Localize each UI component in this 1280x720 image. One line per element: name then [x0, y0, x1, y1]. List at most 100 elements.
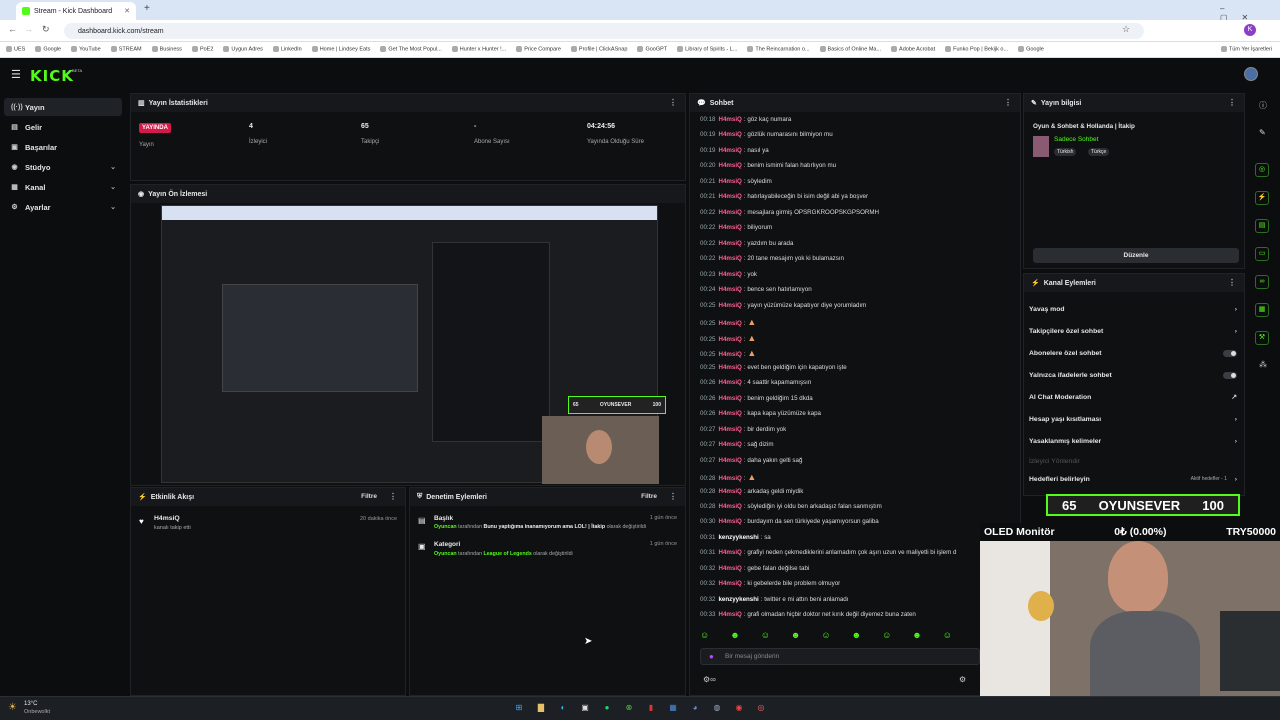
emote-icon[interactable]: ☺	[700, 630, 709, 642]
action-followers-only[interactable]: Takipçilere özel sohbet ›	[1029, 322, 1241, 340]
rail-tool-icon[interactable]: ⚒	[1255, 331, 1269, 345]
action-goals[interactable]: Hedefleri belirleyin Aktif hedefler - 1 ›	[1029, 470, 1241, 488]
action-slow-mode[interactable]: Yavaş mod ›	[1029, 300, 1241, 318]
url-field[interactable]: dashboard.kick.com/stream	[64, 23, 1144, 39]
chat-username[interactable]: kenzyykenshi	[718, 534, 758, 541]
bookmark-item[interactable]: Tüm Yer İşaretleri	[1221, 46, 1272, 53]
add-widget-icon[interactable]: ⁂	[1259, 360, 1267, 369]
edge-icon[interactable]: ◐	[557, 702, 569, 714]
emote-icon[interactable]: ☻	[791, 630, 800, 642]
bookmark-item[interactable]: GooGPT	[637, 46, 667, 53]
action-banned-words[interactable]: Yasaklanmış kelimeler ›	[1029, 432, 1241, 450]
obs-icon[interactable]: ◎	[755, 702, 767, 714]
bookmark-item[interactable]: LinkedIn	[273, 46, 302, 53]
filter-button[interactable]: Filtre	[641, 493, 657, 500]
info-icon[interactable]: ⓘ	[1259, 100, 1267, 111]
chat-username[interactable]: H4msiQ	[718, 162, 741, 169]
bookmark-star-icon[interactable]: ☆	[1122, 24, 1130, 35]
chat-username[interactable]: H4msiQ	[718, 320, 741, 327]
edit-button[interactable]: Düzenle	[1033, 248, 1239, 263]
chat-username[interactable]: H4msiQ	[718, 240, 741, 247]
emote-icon[interactable]: ☺	[882, 630, 891, 642]
bookmark-item[interactable]: The Reincarnation o...	[747, 46, 809, 53]
action-emotes-only[interactable]: Yalnızca ifadelerle sohbet	[1029, 366, 1241, 384]
chat-username[interactable]: H4msiQ	[718, 518, 741, 525]
more-options-icon[interactable]: ⋮	[669, 98, 677, 107]
back-icon[interactable]: ←	[8, 24, 17, 34]
chat-username[interactable]: H4msiQ	[718, 379, 741, 386]
new-tab-icon[interactable]: +	[144, 3, 150, 14]
chat-username[interactable]: H4msiQ	[718, 503, 741, 510]
sidebar-item-yayin[interactable]: ((·)) Yayın	[4, 98, 122, 116]
bookmark-item[interactable]: Funko Pop | Bekijk o...	[945, 46, 1008, 53]
chat-username[interactable]: H4msiQ	[718, 147, 741, 154]
bookmark-item[interactable]: Uygun Adres	[223, 46, 263, 53]
bookmark-item[interactable]: Library of Spirits - L...	[677, 46, 737, 53]
bookmark-item[interactable]: Basics of Online Ma...	[820, 46, 882, 53]
action-subscribers-only[interactable]: Abonelere özel sohbet	[1029, 344, 1241, 362]
emote-icon[interactable]: ☺	[761, 630, 770, 642]
activity-user[interactable]: H4msiQ	[154, 515, 180, 522]
chat-username[interactable]: H4msiQ	[718, 224, 741, 231]
steam-icon[interactable]: ◍	[711, 702, 723, 714]
more-options-icon[interactable]: ⋮	[1228, 98, 1236, 107]
bookmark-item[interactable]: Profile | ClickASnap	[571, 46, 628, 53]
kick-logo[interactable]: KICK	[30, 67, 74, 85]
forward-icon[interactable]: →	[24, 24, 33, 34]
chat-username[interactable]: H4msiQ	[718, 457, 741, 464]
bookmark-item[interactable]: Google	[1018, 46, 1044, 53]
emote-icon[interactable]: ☻	[852, 630, 861, 642]
spotify-icon[interactable]: ●	[601, 702, 613, 714]
sidebar-item-kanal[interactable]: ▦ Kanal ⌄	[4, 178, 122, 196]
emote-icon[interactable]: ☻	[912, 630, 921, 642]
chat-username[interactable]: H4msiQ	[718, 395, 741, 402]
bookmark-item[interactable]: PoE2	[192, 46, 213, 53]
rail-chat-icon[interactable]: ▭	[1255, 247, 1269, 261]
user-avatar[interactable]	[1244, 67, 1258, 81]
pencil-icon[interactable]: ✎	[1259, 128, 1266, 137]
chat-username[interactable]: H4msiQ	[718, 441, 741, 448]
rail-camera-icon[interactable]: ◎	[1255, 163, 1269, 177]
browser-tab[interactable]: Stream - Kick Dashboard ✕	[16, 2, 136, 20]
reload-icon[interactable]: ↻	[42, 24, 50, 35]
chat-username[interactable]: H4msiQ	[718, 611, 741, 618]
sidebar-item-studyo[interactable]: ◉ Stüdyo ⌄	[4, 158, 122, 176]
rail-doc-icon[interactable]: ▤	[1255, 219, 1269, 233]
sidebar-item-basarilar[interactable]: ▣ Başarılar	[4, 138, 122, 156]
chat-username[interactable]: H4msiQ	[718, 271, 741, 278]
filter-button[interactable]: Filtre	[361, 493, 377, 500]
more-options-icon[interactable]: ⋮	[1228, 278, 1236, 287]
rail-bolt-icon[interactable]: ⚡	[1255, 191, 1269, 205]
chat-username[interactable]: H4msiQ	[718, 549, 741, 556]
more-options-icon[interactable]: ⋮	[1004, 98, 1012, 107]
emote-icon[interactable]: ☻	[730, 630, 739, 642]
start-icon[interactable]: ⊞	[513, 702, 525, 714]
chat-username[interactable]: H4msiQ	[718, 286, 741, 293]
action-ai-moderation[interactable]: AI Chat Moderation ↗	[1029, 388, 1241, 406]
chat-username[interactable]: H4msiQ	[718, 209, 741, 216]
bookmark-item[interactable]: STREAM	[111, 46, 142, 53]
subscribers-only-toggle[interactable]	[1223, 349, 1237, 357]
sidebar-item-ayarlar[interactable]: ⚙ Ayarlar ⌄	[4, 198, 122, 216]
bookmark-item[interactable]: Business	[152, 46, 182, 53]
profile-icon[interactable]: K	[1244, 24, 1256, 36]
chat-username[interactable]: H4msiQ	[718, 488, 741, 495]
bookmark-item[interactable]: Google	[35, 46, 61, 53]
more-options-icon[interactable]: ⋮	[389, 492, 397, 501]
emote-picker-icon[interactable]: ●	[709, 652, 714, 661]
gear-icon[interactable]: ⚙	[959, 675, 966, 684]
emote-icon[interactable]: ☺	[821, 630, 830, 642]
more-options-icon[interactable]: ⋮	[669, 492, 677, 501]
chat-username[interactable]: H4msiQ	[718, 364, 741, 371]
chat-username[interactable]: H4msiQ	[718, 410, 741, 417]
chat-username[interactable]: H4msiQ	[718, 336, 741, 343]
store-icon[interactable]: ▣	[579, 702, 591, 714]
chat-settings-icon[interactable]: ⚙∞	[703, 675, 716, 684]
chat-username[interactable]: H4msiQ	[718, 426, 741, 433]
close-tab-icon[interactable]: ✕	[124, 7, 130, 15]
bookmark-item[interactable]: Get The Most Popul...	[380, 46, 441, 53]
bookmark-item[interactable]: YouTube	[71, 46, 101, 53]
chat-username[interactable]: H4msiQ	[718, 475, 741, 482]
sidebar-item-gelir[interactable]: ▤ Gelir	[4, 118, 122, 136]
chat-username[interactable]: kenzyykenshi	[718, 596, 758, 603]
